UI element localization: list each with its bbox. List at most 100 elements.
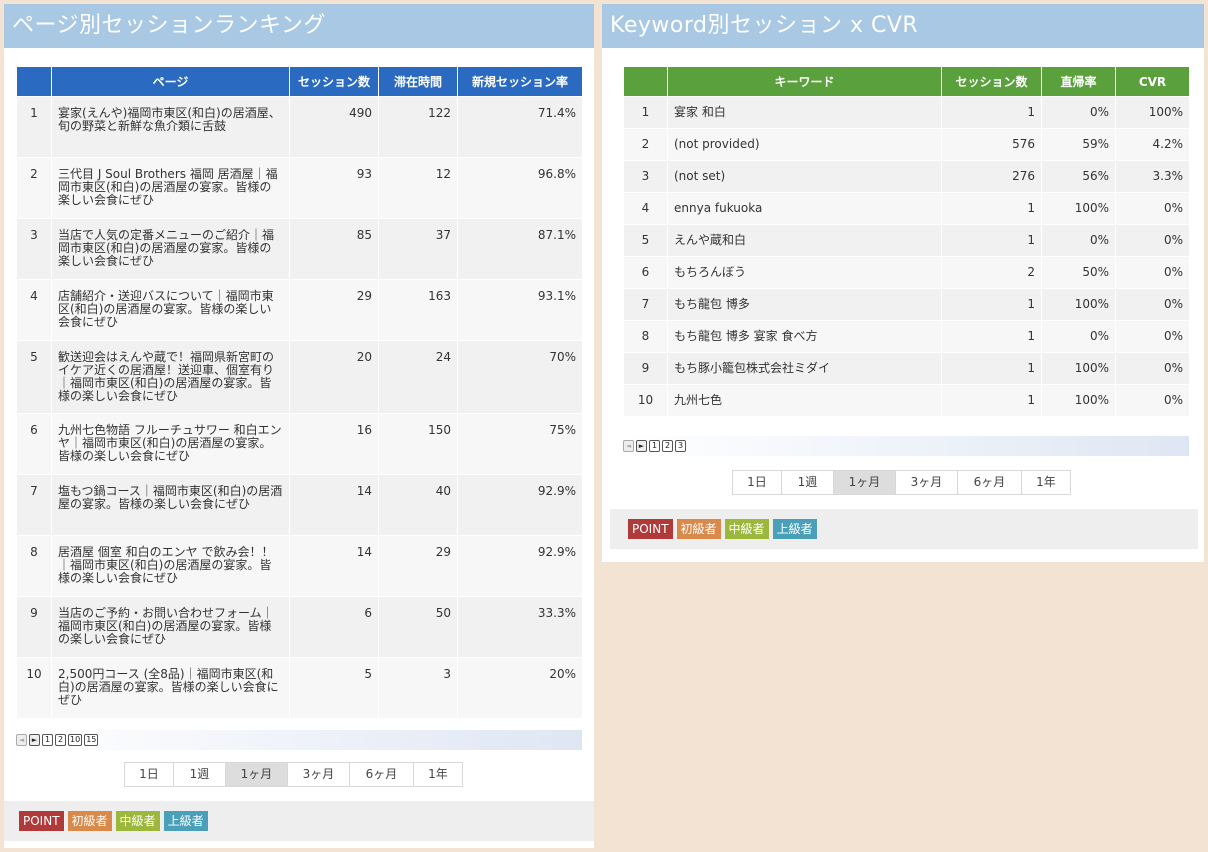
tag-intermediate[interactable]: 中級者 — [724, 519, 769, 539]
table-row[interactable]: 2 三代目 J Soul Brothers 福岡 居酒屋｜福岡市東区(和白)の居酒… — [16, 157, 583, 219]
row-index: 6 — [16, 413, 52, 475]
table-row[interactable]: 7 塩もつ鍋コース｜福岡市東区(和白)の居酒屋の宴家。皆様の楽しい会食にぜひ 14 4… — [16, 474, 583, 536]
page-ranking-pager: ◄ ► 1 2 10 15 — [16, 730, 582, 750]
table-row[interactable]: 8 もち龍包 博多 宴家 食べ方 1 0% 0% — [623, 320, 1190, 353]
range-option[interactable]: 1ヶ月 — [834, 471, 896, 494]
page-title-cell[interactable]: 三代目 J Soul Brothers 福岡 居酒屋｜福岡市東区(和白)の居酒屋… — [51, 157, 290, 219]
cvr-cell: 0% — [1115, 320, 1190, 353]
bounce-rate-cell: 0% — [1041, 96, 1116, 129]
table-row[interactable]: 10 2,500円コース (全8品)｜福岡市東区(和白)の居酒屋の宴家。皆様の楽し… — [16, 657, 583, 719]
page-number-button[interactable]: 10 — [68, 734, 83, 746]
page-title-cell[interactable]: 歓送迎会はえんや蔵で！福岡県新宮町のイケア近くの居酒屋！送迎車、個室有り｜福岡市… — [51, 340, 290, 414]
table-row[interactable]: 9 もち豚小籠包株式会社ミダイ 1 100% 0% — [623, 352, 1190, 385]
time-cell: 150 — [378, 413, 458, 475]
row-index: 7 — [16, 474, 52, 536]
cvr-cell: 4.2% — [1115, 128, 1190, 161]
table-row[interactable]: 7 もち龍包 博多 1 100% 0% — [623, 288, 1190, 321]
sessions-cell: 2 — [941, 256, 1042, 289]
page-title-cell[interactable]: 2,500円コース (全8品)｜福岡市東区(和白)の居酒屋の宴家。皆様の楽しい会… — [51, 657, 290, 719]
table-row[interactable]: 3 (not set) 276 56% 3.3% — [623, 160, 1190, 193]
col-header-sessions[interactable]: セッション数 — [941, 66, 1042, 97]
cvr-cell: 0% — [1115, 224, 1190, 257]
page-number-button[interactable]: 2 — [662, 440, 673, 452]
new-rate-cell: 92.9% — [457, 474, 583, 536]
table-row[interactable]: 1 宴家(えんや)福岡市東区(和白)の居酒屋、旬の野菜と新鮮な魚介類に舌鼓 490 1… — [16, 96, 583, 158]
table-row[interactable]: 8 居酒屋 個室 和白のエンヤ で飲み会！！｜福岡市東区(和白)の居酒屋の宴家。皆… — [16, 535, 583, 597]
range-option[interactable]: 1年 — [414, 763, 462, 786]
col-header-sessions[interactable]: セッション数 — [289, 66, 379, 97]
range-option[interactable]: 6ヶ月 — [958, 471, 1022, 494]
page-title-cell[interactable]: 塩もつ鍋コース｜福岡市東区(和白)の居酒屋の宴家。皆様の楽しい会食にぜひ — [51, 474, 290, 536]
table-row[interactable]: 1 宴家 和白 1 0% 100% — [623, 96, 1190, 129]
col-header-index — [623, 66, 668, 97]
sessions-cell: 14 — [289, 474, 379, 536]
range-option[interactable]: 1日 — [125, 763, 174, 786]
range-option[interactable]: 1日 — [733, 471, 782, 494]
table-row[interactable]: 6 もちろんぼう 2 50% 0% — [623, 256, 1190, 289]
bounce-rate-cell: 0% — [1041, 320, 1116, 353]
table-row[interactable]: 6 九州七色物語 フルーチュサワー 和白エンヤ｜福岡市東区(和白)の居酒屋の宴家。… — [16, 413, 583, 475]
table-row[interactable]: 10 九州七色 1 100% 0% — [623, 384, 1190, 417]
page-title-cell[interactable]: 当店で人気の定番メニューのご紹介｜福岡市東区(和白)の居酒屋の宴家。皆様の楽しい… — [51, 218, 290, 280]
time-cell: 24 — [378, 340, 458, 414]
page-number-button[interactable]: 1 — [649, 440, 660, 452]
table-row[interactable]: 9 当店のご予約・お問い合わせフォーム｜福岡市東区(和白)の居酒屋の宴家。皆様の楽… — [16, 596, 583, 658]
page-number-button[interactable]: 1 — [42, 734, 53, 746]
col-header-new-rate[interactable]: 新規セッション率 — [457, 66, 583, 97]
range-option[interactable]: 3ヶ月 — [288, 763, 350, 786]
page-title-cell[interactable]: 当店のご予約・お問い合わせフォーム｜福岡市東区(和白)の居酒屋の宴家。皆様の楽し… — [51, 596, 290, 658]
table-row[interactable]: 5 歓送迎会はえんや蔵で！福岡県新宮町のイケア近くの居酒屋！送迎車、個室有り｜福岡… — [16, 340, 583, 414]
row-index: 3 — [623, 160, 668, 193]
keyword-cell: もち龍包 博多 宴家 食べ方 — [667, 320, 942, 353]
page-title-cell[interactable]: 居酒屋 個室 和白のエンヤ で飲み会！！｜福岡市東区(和白)の居酒屋の宴家。皆様… — [51, 535, 290, 597]
prev-page-button[interactable]: ◄ — [623, 440, 634, 452]
tag-point[interactable]: POINT — [628, 519, 673, 539]
new-rate-cell: 71.4% — [457, 96, 583, 158]
next-page-button[interactable]: ► — [636, 440, 647, 452]
prev-page-button[interactable]: ◄ — [16, 734, 27, 746]
keyword-cell: もち龍包 博多 — [667, 288, 942, 321]
col-header-cvr[interactable]: CVR — [1115, 66, 1190, 97]
col-header-bounce-rate[interactable]: 直帰率 — [1041, 66, 1116, 97]
col-header-page[interactable]: ページ — [51, 66, 290, 97]
page-number-button[interactable]: 3 — [675, 440, 686, 452]
sessions-cell: 1 — [941, 384, 1042, 417]
keyword-cell: 宴家 和白 — [667, 96, 942, 129]
bounce-rate-cell: 59% — [1041, 128, 1116, 161]
level-tag-bar: POINT 初級者 中級者 上級者 — [610, 509, 1198, 549]
tag-point[interactable]: POINT — [19, 811, 64, 831]
tag-advanced[interactable]: 上級者 — [772, 519, 817, 539]
time-cell: 40 — [378, 474, 458, 536]
range-option[interactable]: 1週 — [782, 471, 834, 494]
time-cell: 122 — [378, 96, 458, 158]
table-row[interactable]: 4 店舗紹介・送迎バスについて｜福岡市東区(和白)の居酒屋の宴家。皆様の楽しい会食… — [16, 279, 583, 341]
table-row[interactable]: 3 当店で人気の定番メニューのご紹介｜福岡市東区(和白)の居酒屋の宴家。皆様の楽し… — [16, 218, 583, 280]
tag-beginner[interactable]: 初級者 — [67, 811, 112, 831]
page-title-cell[interactable]: 九州七色物語 フルーチュサワー 和白エンヤ｜福岡市東区(和白)の居酒屋の宴家。皆… — [51, 413, 290, 475]
range-option[interactable]: 1年 — [1022, 471, 1070, 494]
tag-advanced[interactable]: 上級者 — [163, 811, 208, 831]
page-title-cell[interactable]: 店舗紹介・送迎バスについて｜福岡市東区(和白)の居酒屋の宴家。皆様の楽しい会食に… — [51, 279, 290, 341]
table-row[interactable]: 2 (not provided) 576 59% 4.2% — [623, 128, 1190, 161]
table-row[interactable]: 5 えんや蔵和白 1 0% 0% — [623, 224, 1190, 257]
page-number-button[interactable]: 15 — [84, 734, 99, 746]
range-option[interactable]: 1ヶ月 — [226, 763, 288, 786]
table-header-row: ページ セッション数 滞在時間 新規セッション率 — [16, 66, 583, 97]
range-option[interactable]: 3ヶ月 — [896, 471, 958, 494]
table-row[interactable]: 4 ennya fukuoka 1 100% 0% — [623, 192, 1190, 225]
page-number-button[interactable]: 2 — [55, 734, 66, 746]
col-header-keyword[interactable]: キーワード — [667, 66, 942, 97]
range-option[interactable]: 1週 — [174, 763, 226, 786]
col-header-time[interactable]: 滞在時間 — [378, 66, 458, 97]
sessions-cell: 1 — [941, 224, 1042, 257]
new-rate-cell: 93.1% — [457, 279, 583, 341]
sessions-cell: 29 — [289, 279, 379, 341]
tag-beginner[interactable]: 初級者 — [676, 519, 721, 539]
tag-intermediate[interactable]: 中級者 — [115, 811, 160, 831]
row-index: 5 — [16, 340, 52, 414]
range-option[interactable]: 6ヶ月 — [350, 763, 414, 786]
page-title-cell[interactable]: 宴家(えんや)福岡市東区(和白)の居酒屋、旬の野菜と新鮮な魚介類に舌鼓 — [51, 96, 290, 158]
keyword-cvr-range-selector: 1日 1週 1ヶ月 3ヶ月 6ヶ月 1年 — [732, 470, 1071, 495]
next-page-button[interactable]: ► — [29, 734, 40, 746]
page-ranking-table: ページ セッション数 滞在時間 新規セッション率 1 宴家(えんや)福岡市東区(和… — [16, 66, 583, 719]
